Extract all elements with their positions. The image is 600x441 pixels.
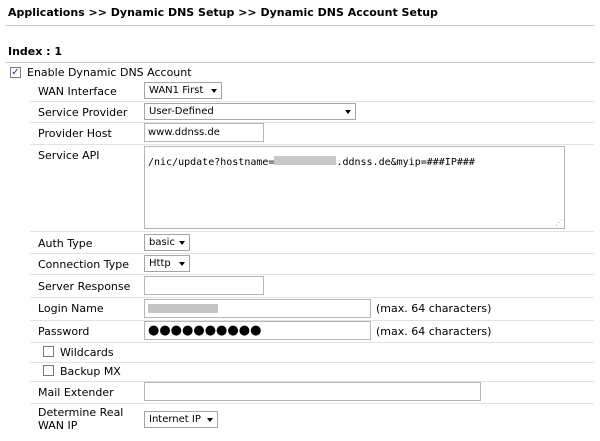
section-divider xyxy=(6,62,594,63)
login-name-max-note: (max. 64 characters) xyxy=(376,302,492,315)
resize-grip-icon[interactable]: ⋰ xyxy=(555,219,563,227)
row-divider xyxy=(30,101,594,102)
row-divider xyxy=(30,362,594,363)
chevron-down-icon xyxy=(211,88,217,93)
mail-extender-input[interactable] xyxy=(144,382,481,401)
header-divider xyxy=(6,25,594,26)
server-response-label: Server Response xyxy=(38,280,131,293)
redacted-login xyxy=(148,304,218,313)
determine-wan-ip-label-line1: Determine Real xyxy=(38,406,124,419)
service-provider-label: Service Provider xyxy=(38,106,128,119)
chevron-down-icon xyxy=(345,109,351,114)
password-label: Password xyxy=(38,325,90,338)
login-name-label: Login Name xyxy=(38,302,104,315)
wildcards-checkbox[interactable] xyxy=(43,346,54,357)
row-divider xyxy=(30,144,594,145)
row-divider xyxy=(30,342,594,343)
row-divider xyxy=(30,274,594,275)
determine-wan-ip-value: Internet IP xyxy=(149,414,201,425)
provider-host-input[interactable]: www.ddnss.de xyxy=(144,123,264,142)
enable-ddns-checkbox[interactable]: ✓ xyxy=(10,67,21,78)
row-divider xyxy=(30,403,594,404)
auth-type-select[interactable]: basic xyxy=(144,234,190,251)
row-divider xyxy=(30,231,594,232)
chevron-down-icon xyxy=(179,261,185,266)
determine-wan-ip-label-line2: WAN IP xyxy=(38,419,78,432)
row-divider xyxy=(30,297,594,298)
index-label: Index : 1 xyxy=(8,45,63,58)
row-divider xyxy=(30,122,594,123)
mail-extender-label: Mail Extender xyxy=(38,386,114,399)
enable-ddns-label: Enable Dynamic DNS Account xyxy=(27,66,192,79)
service-api-prefix: /nic/update?hostname= xyxy=(148,157,275,168)
wan-interface-value: WAN1 First xyxy=(149,85,204,96)
password-max-note: (max. 64 characters) xyxy=(376,325,492,338)
auth-type-label: Auth Type xyxy=(38,237,93,250)
chevron-down-icon xyxy=(207,417,213,422)
password-input[interactable]: ●●●●●●●●●● xyxy=(144,321,371,340)
service-provider-value: User-Defined xyxy=(149,106,214,117)
connection-type-label: Connection Type xyxy=(38,258,130,271)
provider-host-label: Provider Host xyxy=(38,127,112,140)
service-api-label: Service API xyxy=(38,149,100,162)
service-provider-select[interactable]: User-Defined xyxy=(144,103,356,120)
backup-mx-label: Backup MX xyxy=(60,365,121,378)
password-value: ●●●●●●●●●● xyxy=(148,323,262,338)
provider-host-value: www.ddnss.de xyxy=(148,127,220,138)
row-divider xyxy=(30,253,594,254)
breadcrumb: Applications >> Dynamic DNS Setup >> Dyn… xyxy=(8,6,438,19)
wan-interface-select[interactable]: WAN1 First xyxy=(144,82,222,99)
determine-wan-ip-select[interactable]: Internet IP xyxy=(144,411,218,428)
wildcards-label: Wildcards xyxy=(60,346,114,359)
service-api-textarea[interactable]: /nic/update?hostname= .ddnss.de&myip=###I… xyxy=(144,146,565,229)
connection-type-value: Http xyxy=(149,258,171,269)
server-response-input[interactable] xyxy=(144,276,264,295)
login-name-input[interactable] xyxy=(144,299,371,318)
connection-type-select[interactable]: Http xyxy=(144,255,190,272)
auth-type-value: basic xyxy=(149,237,175,248)
redacted-hostname xyxy=(274,156,337,165)
chevron-down-icon xyxy=(179,240,185,245)
backup-mx-checkbox[interactable] xyxy=(43,365,54,376)
determine-wan-ip-label: Determine Real WAN IP xyxy=(38,406,123,432)
wan-interface-label: WAN Interface xyxy=(38,85,117,98)
service-api-suffix: .ddnss.de&myip=###IP### xyxy=(336,157,475,168)
